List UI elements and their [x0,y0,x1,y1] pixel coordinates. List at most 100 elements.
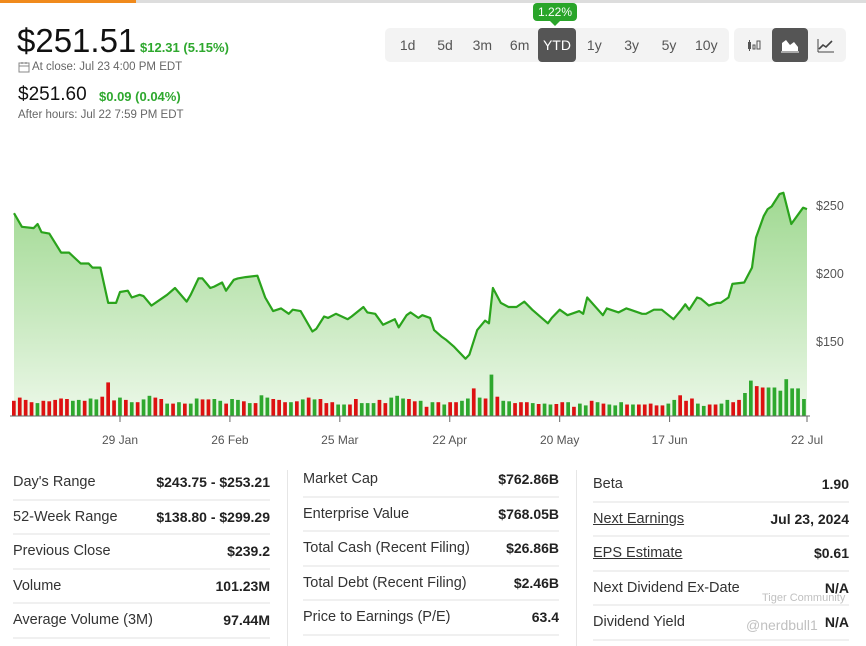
volume-bar [407,399,411,416]
volume-bar [171,403,175,416]
volume-bar [206,399,211,416]
stat-label[interactable]: Next Earnings [593,511,684,527]
stat-value: N/A [824,614,849,631]
volume-bar [572,406,576,416]
range-selector: 1d 5d 3m 6m YTD 1y 3y 5y 10y [385,28,729,62]
stat-row: EPS Estimate $0.61 [593,537,849,572]
volume-bar [583,405,588,416]
range-3y[interactable]: 3y [613,28,650,62]
stat-value: $26.86B [506,540,559,557]
volume-bar [224,403,228,416]
volume-bar [436,402,441,416]
volume-bar [159,399,164,416]
area-chart-button[interactable] [772,28,808,62]
volume-bar [35,403,40,416]
range-5y[interactable]: 5y [650,28,687,62]
volume-bar [318,399,323,416]
volume-bar [153,397,158,416]
volume-bar [135,402,140,416]
volume-bar [124,399,128,416]
after-hours-change: $0.09 (0.04%) [99,89,181,104]
stat-value: 1.90 [821,476,849,493]
range-10y[interactable]: 10y [688,28,725,62]
stat-value: 63.4 [531,609,559,626]
stat-value: $138.80 - $299.29 [156,508,270,525]
volume-bar [342,404,346,416]
stat-label: Day's Range [13,474,96,491]
volume-bar [283,402,287,416]
volume-bar [696,403,700,416]
stat-label: Previous Close [13,543,111,560]
y-tick-label: $150 [816,335,844,349]
after-hours-price: $251.60 [18,84,87,105]
stat-label: Total Cash (Recent Filing) [303,540,470,557]
active-tab-indicator [0,0,136,3]
volume-bar [65,399,69,416]
volume-bar [589,400,594,416]
stat-label: Beta [593,476,623,493]
volume-bar [230,399,234,416]
volume-bar [666,403,671,416]
line-chart-icon [817,39,834,53]
stat-value: $243.75 - $253.21 [156,474,270,491]
range-1d[interactable]: 1d [389,28,426,62]
stat-value: $762.86B [498,471,559,488]
stat-label: Price to Earnings (P/E) [303,609,451,626]
range-ytd[interactable]: YTD [538,28,576,62]
volume-bar [701,405,706,416]
y-tick-label: $250 [816,199,844,213]
chart-type-selector [734,28,846,62]
range-6m[interactable]: 6m [501,28,538,62]
volume-bar [395,395,399,416]
volume-bar [324,403,329,416]
volume-bar [377,399,382,416]
stat-row: 52-Week Range $138.80 - $299.29 [13,501,270,535]
range-1y[interactable]: 1y [576,28,613,62]
volume-bar [778,390,783,416]
stat-label: Dividend Yield [593,614,685,631]
line-chart-button[interactable] [808,28,844,62]
range-3m[interactable]: 3m [464,28,501,62]
range-5d[interactable]: 5d [426,28,463,62]
stat-label[interactable]: EPS Estimate [593,545,682,561]
volume-bar [53,399,57,416]
volume-bar [41,400,46,416]
volume-bar [607,404,612,416]
volume-bar [743,393,747,416]
volume-bar [625,404,629,416]
volume-bar [71,400,75,416]
volume-bar [619,402,623,416]
volume-bar [165,403,169,416]
price-area [14,192,807,416]
close-time-text: At close: Jul 23 4:00 PM EDT [32,61,183,73]
stat-value: Jul 23, 2024 [770,510,849,527]
volume-bar [560,402,565,416]
volume-bar [442,404,447,416]
volume-bar [530,403,535,416]
stat-value: 101.23M [215,577,270,594]
volume-bar [212,399,217,416]
volume-bar [277,399,281,416]
stat-row: Previous Close $239.2 [13,535,270,570]
stat-label: Average Volume (3M) [13,612,153,629]
volume-bar [242,401,246,416]
stat-row: Enterprise Value $768.05B [303,498,559,532]
volume-bar [513,403,517,416]
stat-label: Market Cap [303,471,378,488]
stat-label: 52-Week Range [13,508,118,525]
volume-bar [147,395,152,416]
stat-row: Day's Range $243.75 - $253.21 [13,466,270,501]
stat-label: Total Debt (Recent Filing) [303,574,467,591]
volume-bar [772,387,777,416]
x-tick-label: 26 Feb [211,433,249,447]
volume-bar [471,388,476,416]
x-tick-label: 17 Jun [652,433,688,447]
column-divider [287,470,288,646]
volume-bar [289,402,293,416]
volume-bar [330,402,335,416]
price-chart[interactable]: 29 Jan 26 Feb 25 Mar 22 Apr 20 May 17 Jun 22 J… [0,140,866,460]
volume-bar [188,403,193,416]
volume-bar [94,399,99,416]
candlestick-button[interactable] [736,28,772,62]
volume-bar [519,402,523,416]
